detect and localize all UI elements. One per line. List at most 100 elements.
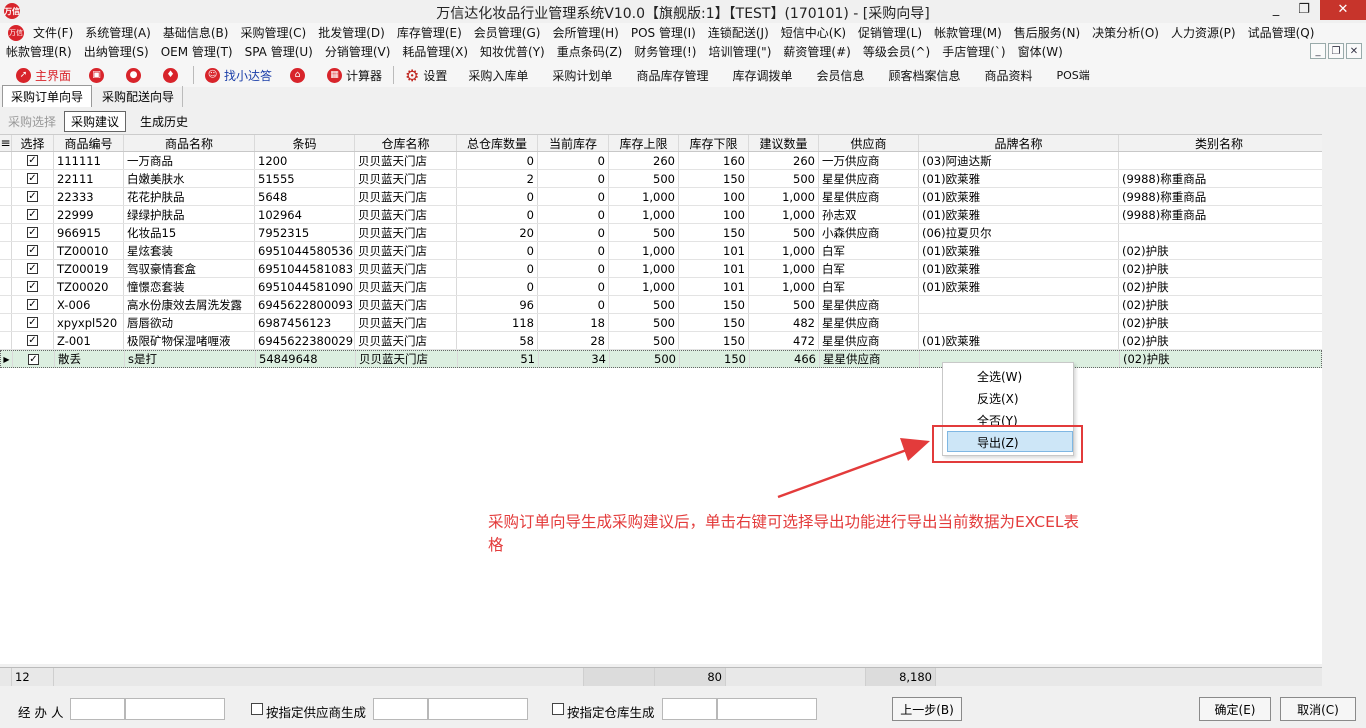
lock-button[interactable]: ▣ bbox=[80, 67, 117, 83]
table-row[interactable]: ✓ 966915 化妆品15 7952315 贝贝蓝天门店 20 0 500 150 500 小森供… bbox=[0, 224, 1322, 242]
menu-salary[interactable]: 薪资管理(#) bbox=[777, 43, 856, 60]
table-row[interactable]: ✓ 111111 一万商品 1200 贝贝蓝天门店 0 0 260 160 260 一万供应商 (03… bbox=[0, 152, 1322, 170]
col-warehouse[interactable]: 仓库名称 bbox=[355, 135, 457, 151]
col-current-stock[interactable]: 当前库存 bbox=[538, 135, 609, 151]
calculator-button[interactable]: ▦ 计算器 bbox=[318, 67, 391, 84]
table-row[interactable]: ✓ 22333 花花护肤品 5648 贝贝蓝天门店 0 0 1,000 100 1,000 星星供应… bbox=[0, 188, 1322, 206]
menu-finance[interactable]: 财务管理(!) bbox=[628, 43, 702, 60]
toolbar-member-info[interactable]: 会员信息 bbox=[804, 67, 876, 84]
row-checkbox[interactable]: ✓ bbox=[27, 227, 38, 238]
toolbar-purchase-inbound[interactable]: 采购入库单 bbox=[456, 67, 540, 84]
row-checkbox[interactable]: ✓ bbox=[27, 281, 38, 292]
table-row[interactable]: ✓ Z-001 极限矿物保湿啫喱液 69456223800291 贝贝蓝天门店 58 28 5… bbox=[0, 332, 1322, 350]
mdi-close-button[interactable]: ✕ bbox=[1346, 43, 1362, 59]
table-row[interactable]: ✓ 22999 绿绿护肤品 102964 贝贝蓝天门店 0 0 1,000 100 1,000 孙志… bbox=[0, 206, 1322, 224]
menu-invert-selection[interactable]: 反选(X) bbox=[977, 390, 1019, 407]
tab-purchase-order-wizard[interactable]: 采购订单向导 bbox=[2, 85, 93, 107]
menu-level-member[interactable]: 等级会员(^) bbox=[857, 43, 936, 60]
menu-store[interactable]: 手店管理(`) bbox=[936, 43, 1011, 60]
menu-member[interactable]: 会员管理(G) bbox=[468, 24, 547, 41]
row-checkbox[interactable]: ✓ bbox=[27, 155, 38, 166]
menu-file[interactable]: 文件(F) bbox=[27, 24, 79, 41]
toolbar-product-info[interactable]: 商品资料 bbox=[973, 67, 1045, 84]
menu-basic-info[interactable]: 基础信息(B) bbox=[157, 24, 235, 41]
toolbar-stock-management[interactable]: 商品库存管理 bbox=[624, 67, 720, 84]
menu-distribution[interactable]: 分销管理(V) bbox=[319, 43, 397, 60]
main-screen-button[interactable]: ➚ 主界面 bbox=[0, 67, 80, 84]
table-row[interactable]: ✓ TZ00020 憧憬恋套装 6951044581090 贝贝蓝天门店 0 0 1,000 1… bbox=[0, 278, 1322, 296]
tab-purchase-suggestion[interactable]: 采购建议 bbox=[64, 110, 127, 132]
menu-pos[interactable]: POS 管理(I) bbox=[625, 24, 702, 41]
menu-sms[interactable]: 短信中心(K) bbox=[775, 24, 852, 41]
menu-club[interactable]: 会所管理(H) bbox=[546, 24, 624, 41]
row-checkbox[interactable]: ✓ bbox=[27, 263, 38, 274]
toolbar-purchase-plan[interactable]: 采购计划单 bbox=[540, 67, 624, 84]
menu-accounts-2[interactable]: 帐款管理(R) bbox=[0, 43, 78, 60]
xiaoda-button[interactable]: ☺ 找小达答 bbox=[196, 67, 281, 84]
table-row[interactable]: ✓ X-006 高水份康效去屑洗发露 6945622800093 贝贝蓝天门店 96 0 50… bbox=[0, 296, 1322, 314]
menu-select-all[interactable]: 全选(W) bbox=[977, 368, 1022, 385]
row-checkbox[interactable]: ✓ bbox=[27, 335, 38, 346]
table-row[interactable]: ✓ xpyxpl520 唇唇欲动 6987456123 贝贝蓝天门店 118 18 500 15… bbox=[0, 314, 1322, 332]
table-row[interactable]: ✓ TZ00010 星炫套装 6951044580536 贝贝蓝天门店 0 0 1,000 10… bbox=[0, 242, 1322, 260]
home-button[interactable]: ⌂ bbox=[281, 67, 318, 83]
menu-after-sales[interactable]: 售后服务(N) bbox=[1008, 24, 1086, 41]
by-warehouse-checkbox[interactable] bbox=[552, 703, 564, 715]
table-row[interactable]: ✓ 22111 白嫩美肤水 51555 贝贝蓝天门店 2 0 500 150 500 星星供应商 (0… bbox=[0, 170, 1322, 188]
toolbar-stock-transfer[interactable]: 库存调拨单 bbox=[720, 67, 804, 84]
supplier-name-input[interactable] bbox=[428, 698, 528, 720]
warehouse-code-input[interactable] bbox=[662, 698, 717, 720]
minimize-button[interactable]: _ bbox=[1262, 0, 1290, 20]
menu-window[interactable]: 窗体(W) bbox=[1012, 43, 1069, 60]
col-select[interactable]: 选择 bbox=[12, 135, 54, 151]
mdi-restore-button[interactable]: ❐ bbox=[1328, 43, 1344, 59]
menu-oem[interactable]: OEM 管理(T) bbox=[155, 43, 239, 60]
handler-code-input[interactable] bbox=[70, 698, 125, 720]
col-suggested-qty[interactable]: 建议数量 bbox=[749, 135, 819, 151]
menu-cashier[interactable]: 出纳管理(S) bbox=[78, 43, 155, 60]
table-row[interactable]: ✓ TZ00019 驾驭豪情套盒 6951044581083 贝贝蓝天门店 0 0 1,000… bbox=[0, 260, 1322, 278]
table-row[interactable]: ▶ ✓ 散丢 s是打 54849648 贝贝蓝天门店 51 34 500 150 466 星星供应商 (… bbox=[0, 350, 1322, 368]
menu-wholesale[interactable]: 批发管理(D) bbox=[312, 24, 391, 41]
menu-trial[interactable]: 试品管理(Q) bbox=[1242, 24, 1321, 41]
menu-inventory[interactable]: 库存管理(E) bbox=[391, 24, 468, 41]
close-button[interactable]: ✕ bbox=[1320, 0, 1366, 20]
col-brand[interactable]: 品牌名称 bbox=[919, 135, 1119, 151]
mdi-minimize-button[interactable]: _ bbox=[1310, 43, 1326, 59]
settings-button[interactable]: ⚙ 设置 bbox=[396, 66, 456, 85]
by-supplier-checkbox[interactable] bbox=[251, 703, 263, 715]
menu-spa[interactable]: SPA 管理(U) bbox=[239, 43, 319, 60]
row-checkbox[interactable]: ✓ bbox=[28, 353, 39, 365]
help-button[interactable]: ♦ bbox=[154, 67, 191, 83]
menu-consumables[interactable]: 耗品管理(X) bbox=[396, 43, 474, 60]
menu-promotion[interactable]: 促销管理(L) bbox=[852, 24, 928, 41]
row-checkbox[interactable]: ✓ bbox=[27, 299, 38, 310]
row-checkbox[interactable]: ✓ bbox=[27, 317, 38, 328]
col-lower-limit[interactable]: 库存下限 bbox=[679, 135, 749, 151]
menu-accounts[interactable]: 帐款管理(M) bbox=[928, 24, 1008, 41]
warehouse-name-input[interactable] bbox=[717, 698, 817, 720]
tab-history[interactable]: 生成历史 bbox=[134, 112, 194, 131]
col-name[interactable]: 商品名称 bbox=[124, 135, 255, 151]
col-upper-limit[interactable]: 库存上限 bbox=[609, 135, 679, 151]
menu-hr[interactable]: 人力资源(P) bbox=[1165, 24, 1242, 41]
row-checkbox[interactable]: ✓ bbox=[27, 209, 38, 220]
supplier-code-input[interactable] bbox=[373, 698, 428, 720]
prev-step-button[interactable]: 上一步(B) bbox=[892, 697, 962, 721]
col-total-stock[interactable]: 总仓库数量 bbox=[457, 135, 538, 151]
menu-training[interactable]: 培训管理(") bbox=[703, 43, 778, 60]
menu-decision[interactable]: 决策分析(O) bbox=[1086, 24, 1165, 41]
menu-barcode[interactable]: 重点条码(Z) bbox=[551, 43, 629, 60]
toolbar-pos[interactable]: POS端 bbox=[1045, 67, 1102, 83]
col-code[interactable]: 商品编号 bbox=[54, 135, 124, 151]
col-supplier[interactable]: 供应商 bbox=[819, 135, 919, 151]
cancel-button[interactable]: 取消(C) bbox=[1280, 697, 1356, 721]
toolbar-customer-file[interactable]: 顾客档案信息 bbox=[876, 67, 972, 84]
chat-button[interactable]: ● bbox=[117, 67, 154, 83]
handler-name-input[interactable] bbox=[125, 698, 225, 720]
menu-purchase[interactable]: 采购管理(C) bbox=[234, 24, 312, 41]
menu-zhizhuang[interactable]: 知妆优普(Y) bbox=[474, 43, 551, 60]
col-category[interactable]: 类别名称 bbox=[1119, 135, 1319, 151]
menu-system[interactable]: 系统管理(A) bbox=[79, 24, 157, 41]
col-barcode[interactable]: 条码 bbox=[255, 135, 355, 151]
